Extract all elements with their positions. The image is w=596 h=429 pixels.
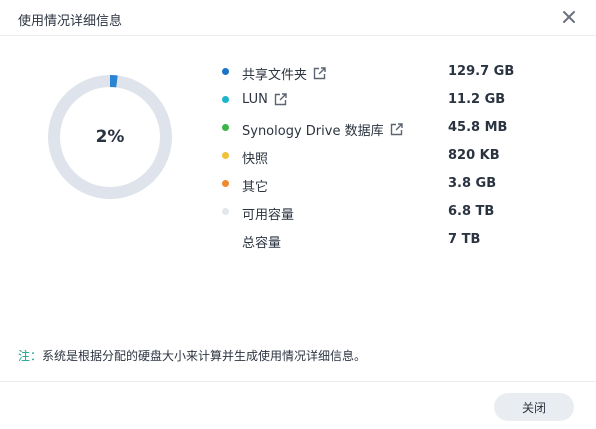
usage-row: 可用容量 6.8 TB bbox=[220, 198, 540, 226]
usage-row: 快照 820 KB bbox=[220, 142, 540, 170]
legend-dot-icon bbox=[222, 124, 229, 131]
usage-row-name: 快照 bbox=[242, 148, 268, 167]
usage-legend: 共享文件夹 129.7 GB LUN 11.2 GB Synology Drive 数据… bbox=[220, 58, 540, 254]
dialog-title: 使用情况详细信息 bbox=[18, 14, 123, 29]
usage-row-label: 其它 bbox=[242, 180, 269, 195]
note-prefix: 注： bbox=[18, 349, 43, 363]
usage-row: LUN 11.2 GB bbox=[220, 86, 540, 114]
usage-row: 总容量 7 TB bbox=[220, 226, 540, 254]
usage-row-label: 共享文件夹 bbox=[242, 68, 308, 83]
usage-row: 其它 3.8 GB bbox=[220, 170, 540, 198]
usage-row-value: 11.2 GB bbox=[448, 92, 506, 107]
usage-row-name: 共享文件夹 bbox=[242, 64, 326, 83]
usage-row-value: 7 TB bbox=[448, 232, 481, 247]
usage-percent-label: 2% bbox=[95, 127, 125, 147]
usage-row-value: 6.8 TB bbox=[448, 204, 495, 219]
close-button[interactable]: 关闭 bbox=[494, 393, 574, 421]
usage-row-value: 129.7 GB bbox=[448, 64, 515, 79]
usage-row-name: 总容量 bbox=[242, 232, 281, 251]
usage-row: Synology Drive 数据库 45.8 MB bbox=[220, 114, 540, 142]
note-body: 系统是根据分配的硬盘大小来计算并生成使用情况详细信息。 bbox=[42, 349, 367, 363]
external-link-icon[interactable] bbox=[390, 123, 403, 136]
usage-row-name: Synology Drive 数据库 bbox=[242, 120, 403, 139]
footer-divider bbox=[0, 381, 596, 382]
usage-row-label: 快照 bbox=[242, 152, 269, 167]
legend-dot-icon bbox=[222, 208, 229, 215]
usage-row-value: 3.8 GB bbox=[448, 176, 497, 191]
usage-row-value: 820 KB bbox=[448, 148, 500, 163]
close-icon[interactable] bbox=[562, 10, 576, 24]
note-text: 注：系统是根据分配的硬盘大小来计算并生成使用情况详细信息。 bbox=[18, 347, 366, 364]
legend-dot-icon bbox=[222, 180, 229, 187]
usage-row-label: LUN bbox=[242, 92, 268, 107]
usage-row-label: 可用容量 bbox=[242, 208, 295, 223]
legend-dot-icon bbox=[222, 68, 229, 75]
external-link-icon[interactable] bbox=[313, 67, 326, 80]
usage-row-name: 可用容量 bbox=[242, 204, 294, 223]
usage-row-label: 总容量 bbox=[242, 236, 282, 251]
dialog-titlebar: 使用情况详细信息 bbox=[0, 0, 596, 36]
external-link-icon[interactable] bbox=[274, 93, 287, 106]
usage-row: 共享文件夹 129.7 GB bbox=[220, 58, 540, 86]
usage-row-label: Synology Drive 数据库 bbox=[242, 124, 384, 139]
usage-row-name: 其它 bbox=[242, 176, 268, 195]
usage-row-name: LUN bbox=[242, 92, 287, 107]
usage-row-value: 45.8 MB bbox=[448, 120, 508, 135]
legend-dot-icon bbox=[222, 96, 229, 103]
legend-dot-icon bbox=[222, 152, 229, 159]
